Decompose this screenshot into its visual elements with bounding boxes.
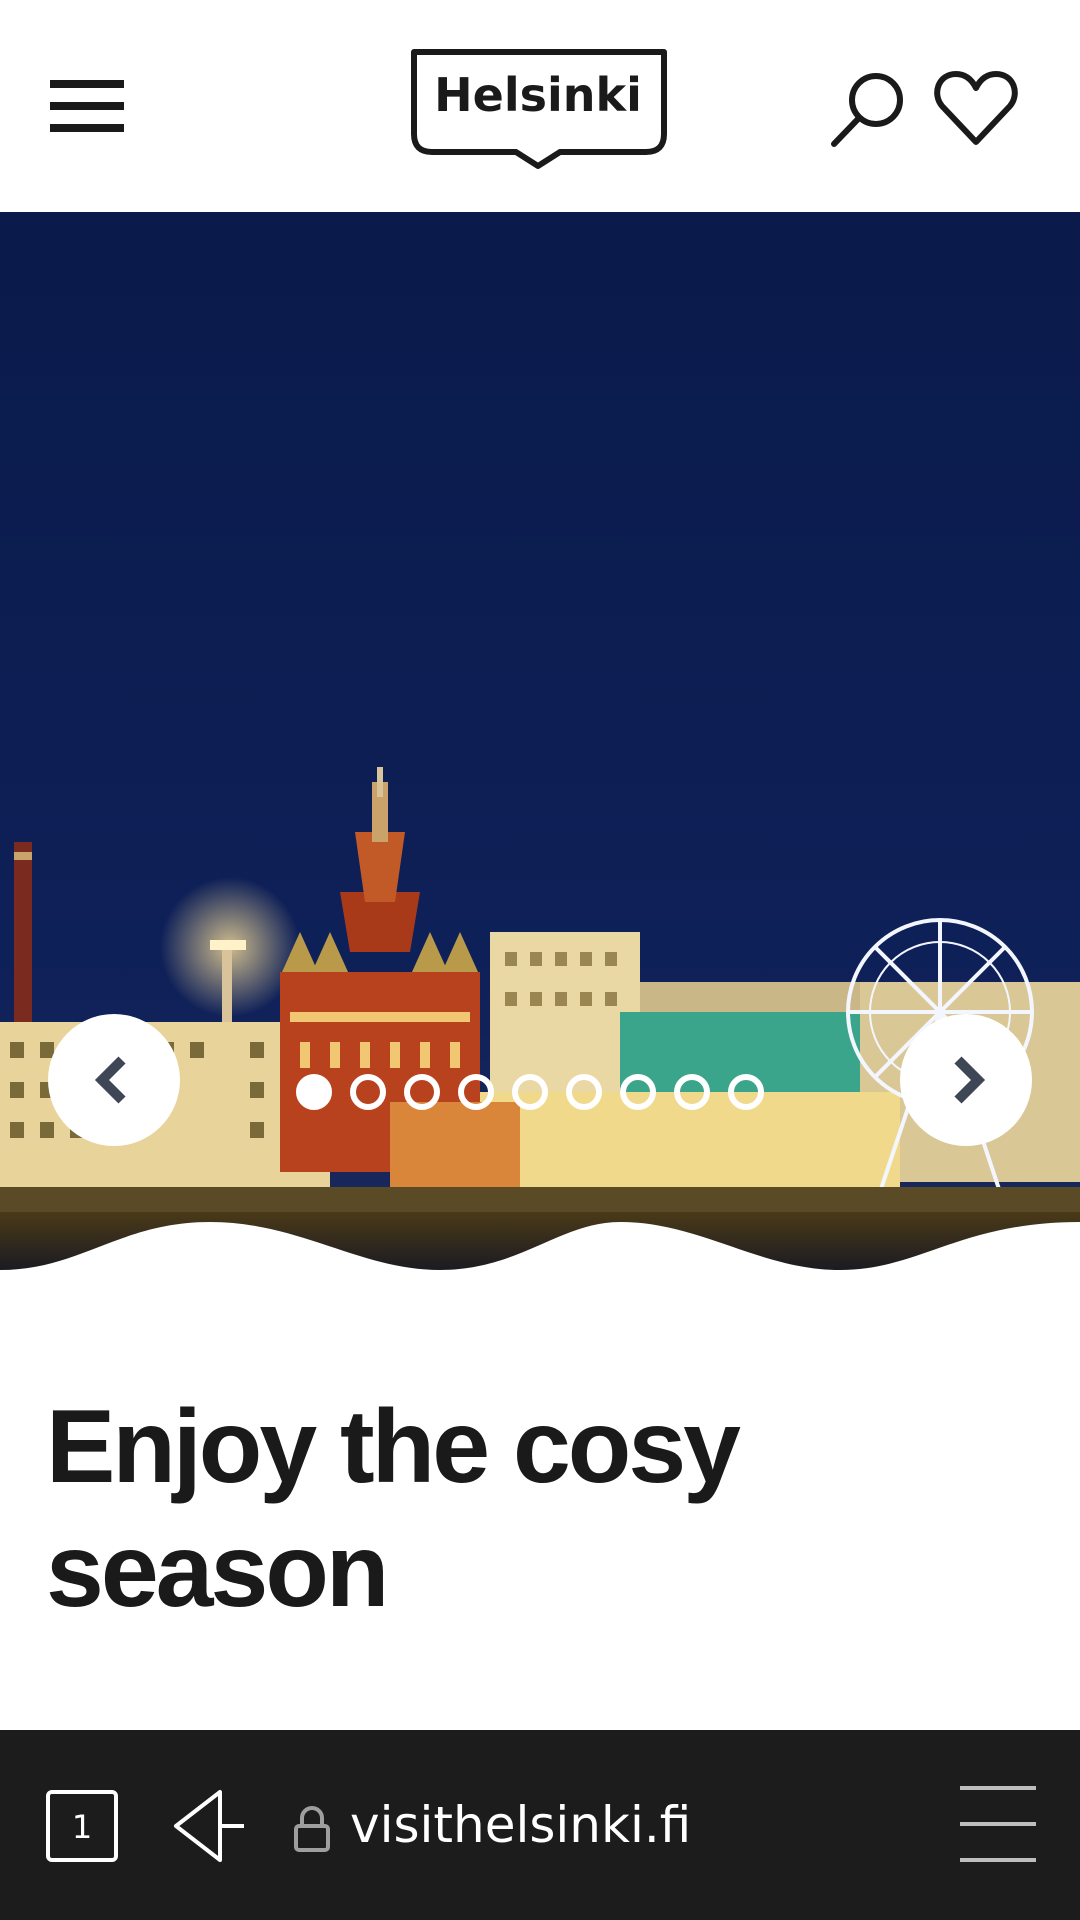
carousel-dot-6[interactable] <box>566 1074 602 1110</box>
chevron-left-icon <box>94 1056 126 1104</box>
lock-icon <box>292 1806 332 1852</box>
url-address[interactable]: visithelsinki.fi <box>350 1796 691 1854</box>
carousel-dot-5[interactable] <box>512 1074 548 1110</box>
logo-text: Helsinki <box>434 68 642 122</box>
site-header: Helsinki <box>0 0 1080 212</box>
carousel-next-button[interactable] <box>900 1014 1032 1146</box>
carousel-dot-1[interactable] <box>296 1074 332 1110</box>
hamburger-menu-icon[interactable] <box>50 80 124 132</box>
carousel-dot-8[interactable] <box>674 1074 710 1110</box>
hero-carousel[interactable] <box>0 212 1080 1272</box>
carousel-dot-2[interactable] <box>350 1074 386 1110</box>
search-icon[interactable] <box>826 68 910 152</box>
carousel-dot-4[interactable] <box>458 1074 494 1110</box>
carousel-dot-3[interactable] <box>404 1074 440 1110</box>
chevron-right-icon <box>954 1056 986 1104</box>
browser-menu-icon[interactable] <box>960 1786 1036 1866</box>
carousel-prev-button[interactable] <box>48 1014 180 1146</box>
carousel-dot-9[interactable] <box>728 1074 764 1110</box>
carousel-dot-7[interactable] <box>620 1074 656 1110</box>
tab-count: 1 <box>71 1808 93 1846</box>
browser-toolbar: 1 visithelsinki.fi <box>0 1730 1080 1920</box>
page-heading: Enjoy the cosy season <box>46 1389 741 1629</box>
helsinki-logo[interactable]: Helsinki <box>410 48 670 170</box>
heart-icon[interactable] <box>934 68 1018 148</box>
tabs-button[interactable]: 1 <box>46 1790 118 1862</box>
back-arrow-icon[interactable] <box>170 1788 246 1864</box>
